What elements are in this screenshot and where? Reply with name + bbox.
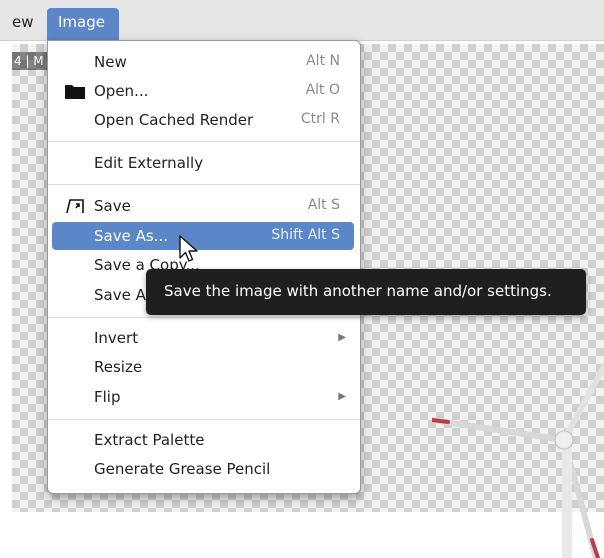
tooltip-text: Save the image with another name and/or … xyxy=(164,282,552,300)
menu-separator xyxy=(48,141,360,142)
menu-item-label: New xyxy=(94,53,127,71)
menu-item-flip[interactable]: Flip ▶ xyxy=(52,383,354,411)
menu-item-label: Extract Palette xyxy=(94,431,205,449)
submenu-arrow-icon: ▶ xyxy=(338,391,346,402)
tooltip: Save the image with another name and/or … xyxy=(146,269,586,315)
menu-item-generate-grease-pencil[interactable]: Generate Grease Pencil xyxy=(52,455,354,483)
save-icon xyxy=(64,197,86,215)
menu-item-save[interactable]: Save Alt S xyxy=(52,192,354,220)
menu-item-label: Flip xyxy=(94,388,121,406)
menu-item-new[interactable]: New Alt N xyxy=(52,48,354,76)
menu-item-shortcut: Alt N xyxy=(306,53,340,69)
menu-item-invert[interactable]: Invert ▶ xyxy=(52,324,354,352)
menu-item-shortcut: Shift Alt S xyxy=(271,227,340,243)
menu-image[interactable]: Image xyxy=(47,8,119,40)
menu-item-label: Generate Grease Pencil xyxy=(94,460,271,478)
menu-item-label: Open Cached Render xyxy=(94,111,254,129)
menu-item-label: Save xyxy=(94,197,131,215)
menu-view[interactable]: ew xyxy=(12,13,34,31)
mouse-cursor-icon xyxy=(179,235,198,262)
menu-item-label: Invert xyxy=(94,329,139,347)
wind-turbine-image xyxy=(432,359,604,558)
menu-item-label: Resize xyxy=(94,358,143,376)
menu-bar: ew Image xyxy=(0,0,604,41)
menu-item-save-as[interactable]: Save As... Shift Alt S xyxy=(52,222,354,250)
image-menu-dropdown: New Alt N Open... Alt O Open Cached Rend… xyxy=(47,40,361,494)
menu-item-label: Save As... xyxy=(94,227,168,245)
menu-item-shortcut: Alt S xyxy=(307,197,340,213)
menu-item-resize[interactable]: Resize xyxy=(52,353,354,381)
folder-icon xyxy=(64,82,86,100)
menu-item-open-cached-render[interactable]: Open Cached Render Ctrl R xyxy=(52,106,354,134)
menu-separator xyxy=(48,317,360,318)
menu-item-label: Open... xyxy=(94,82,149,100)
menu-item-extract-palette[interactable]: Extract Palette xyxy=(52,426,354,454)
menu-item-label: Edit Externally xyxy=(94,154,204,172)
menu-separator xyxy=(48,184,360,185)
menu-separator xyxy=(48,419,360,420)
menu-item-shortcut: Ctrl R xyxy=(300,111,340,127)
canvas-info-label: 4 | M xyxy=(12,52,50,70)
submenu-arrow-icon: ▶ xyxy=(338,332,346,343)
menu-item-edit-externally[interactable]: Edit Externally xyxy=(52,149,354,177)
menu-item-open[interactable]: Open... Alt O xyxy=(52,77,354,105)
menu-item-shortcut: Alt O xyxy=(305,82,340,98)
